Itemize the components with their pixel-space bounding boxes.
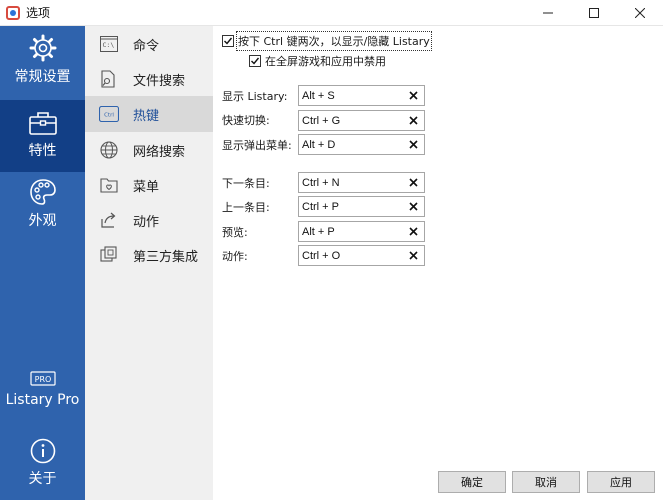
clear-x-icon <box>409 251 418 260</box>
share-arrow-icon <box>99 210 119 230</box>
sidebar-item-label: 常规设置 <box>14 69 71 85</box>
title-bar: 选项 <box>0 0 663 26</box>
close-button[interactable] <box>617 0 663 26</box>
maximize-button[interactable] <box>571 0 617 26</box>
listary-app-icon <box>6 5 20 20</box>
disable-fullscreen-checkbox[interactable]: 在全屏游戏和应用中禁用 <box>249 53 386 69</box>
hotkey-label-show-listary: 显示 Listary: <box>222 90 288 103</box>
hotkey-field-next-item[interactable]: Ctrl + N <box>298 172 425 193</box>
sidebar-item-listary-pro[interactable]: PRO Listary Pro <box>0 370 85 426</box>
hotkey-field-action[interactable]: Ctrl + O <box>298 245 425 266</box>
hotkey-value: Alt + S <box>302 89 335 102</box>
clear-hotkey-button[interactable] <box>407 200 420 213</box>
hotkey-field-show-listary[interactable]: Alt + S <box>298 85 425 106</box>
sidebar-item-label: 特性 <box>28 143 57 159</box>
ctrl-key-text: Ctrl <box>104 113 114 119</box>
hotkey-label-action: 动作: <box>222 250 248 263</box>
nav-item-commands[interactable]: C:\ 命令 <box>85 26 213 62</box>
hotkey-label-popup-menu: 显示弹出菜单: <box>222 139 292 152</box>
pro-badge-icon: PRO <box>29 371 56 386</box>
hotkeys-panel: 按下 Ctrl 键两次，以显示/隐藏 Listary 在全屏游戏和应用中禁用 显… <box>213 26 663 500</box>
minimize-button[interactable] <box>525 0 571 26</box>
nav-item-label: 动作 <box>133 214 160 230</box>
clear-x-icon <box>409 116 418 125</box>
category-sidebar: 常规设置 特性 外观 PRO Listary Pro 关于 <box>0 26 85 500</box>
clear-hotkey-button[interactable] <box>407 138 420 151</box>
sidebar-item-appearance[interactable]: 外观 <box>0 178 85 242</box>
clear-x-icon <box>409 91 418 100</box>
apply-button[interactable]: 应用 <box>587 471 655 493</box>
minimize-icon <box>543 12 553 14</box>
cmd-glyph-text: C:\ <box>103 41 115 49</box>
hotkey-value: Alt + D <box>302 138 336 151</box>
nav-item-label: 菜单 <box>133 179 160 195</box>
keyboard-ctrl-icon: Ctrl <box>99 104 119 124</box>
sidebar-item-label: 外观 <box>28 213 57 229</box>
sidebar-item-label: 关于 <box>28 471 57 487</box>
nav-item-file-search[interactable]: 文件搜索 <box>85 61 213 97</box>
hotkey-label-next-item: 下一条目: <box>222 177 270 190</box>
sidebar-item-general[interactable]: 常规设置 <box>0 34 85 98</box>
close-icon <box>635 8 645 18</box>
clear-x-icon <box>409 178 418 187</box>
window-title: 选项 <box>26 6 51 20</box>
double-ctrl-check-box[interactable] <box>222 35 234 47</box>
hotkey-label-previous-item: 上一条目: <box>222 201 270 214</box>
hotkey-label-preview: 预览: <box>222 226 248 239</box>
palette-icon <box>29 179 56 205</box>
ok-button[interactable]: 确定 <box>438 471 506 493</box>
integration-icon <box>99 245 119 265</box>
window-controls <box>525 0 663 26</box>
info-icon <box>30 438 55 464</box>
hotkey-value: Ctrl + G <box>302 114 341 127</box>
clear-hotkey-button[interactable] <box>407 89 420 102</box>
nav-item-web-search[interactable]: 网络搜索 <box>85 132 213 168</box>
nav-item-menu[interactable]: 菜单 <box>85 167 213 203</box>
hotkey-field-popup-menu[interactable]: Alt + D <box>298 134 425 155</box>
hotkey-value: Ctrl + N <box>302 176 340 189</box>
clear-x-icon <box>409 227 418 236</box>
nav-item-third-party[interactable]: 第三方集成 <box>85 237 213 273</box>
double-ctrl-label: 按下 Ctrl 键两次，以显示/隐藏 Listary <box>236 31 432 51</box>
sidebar-item-about[interactable]: 关于 <box>0 438 85 500</box>
sidebar-item-features[interactable]: 特性 <box>0 100 85 172</box>
command-prompt-icon: C:\ <box>99 34 119 54</box>
clear-hotkey-button[interactable] <box>407 225 420 238</box>
hotkey-value: Ctrl + P <box>302 200 339 213</box>
toolbox-icon <box>28 112 57 135</box>
cancel-button[interactable]: 取消 <box>512 471 580 493</box>
maximize-icon <box>589 8 599 18</box>
hotkey-field-quick-switch[interactable]: Ctrl + G <box>298 110 425 131</box>
sidebar-item-label: Listary Pro <box>5 392 80 408</box>
menu-folder-icon <box>99 175 119 195</box>
nav-item-label: 文件搜索 <box>133 73 186 89</box>
nav-item-label: 第三方集成 <box>133 249 199 265</box>
clear-x-icon <box>409 140 418 149</box>
hotkey-field-previous-item[interactable]: Ctrl + P <box>298 196 425 217</box>
gear-icon <box>29 34 56 62</box>
checkmark-icon <box>251 57 260 65</box>
file-search-icon <box>99 69 119 89</box>
clear-hotkey-button[interactable] <box>407 249 420 262</box>
pro-badge-text: PRO <box>34 375 51 384</box>
nav-item-label: 热键 <box>133 108 160 124</box>
double-ctrl-checkbox[interactable]: 按下 Ctrl 键两次，以显示/隐藏 Listary <box>222 31 432 51</box>
nav-item-actions[interactable]: 动作 <box>85 202 213 238</box>
globe-icon <box>99 140 119 160</box>
disable-fullscreen-label: 在全屏游戏和应用中禁用 <box>265 55 386 68</box>
nav-item-label: 命令 <box>133 38 160 54</box>
features-nav: C:\ 命令 文件搜索 Ctrl 热键 网络搜索 菜单 动作 第三方集成 <box>85 26 213 500</box>
disable-fullscreen-check-box[interactable] <box>249 55 261 67</box>
nav-item-hotkeys[interactable]: Ctrl 热键 <box>85 96 213 132</box>
hotkey-label-quick-switch: 快速切换: <box>222 114 270 127</box>
nav-item-label: 网络搜索 <box>133 144 186 160</box>
hotkey-field-preview[interactable]: Alt + P <box>298 221 425 242</box>
checkmark-icon <box>224 37 233 45</box>
hotkey-value: Alt + P <box>302 225 335 238</box>
hotkey-value: Ctrl + O <box>302 249 341 262</box>
clear-hotkey-button[interactable] <box>407 114 420 127</box>
clear-x-icon <box>409 202 418 211</box>
clear-hotkey-button[interactable] <box>407 176 420 189</box>
